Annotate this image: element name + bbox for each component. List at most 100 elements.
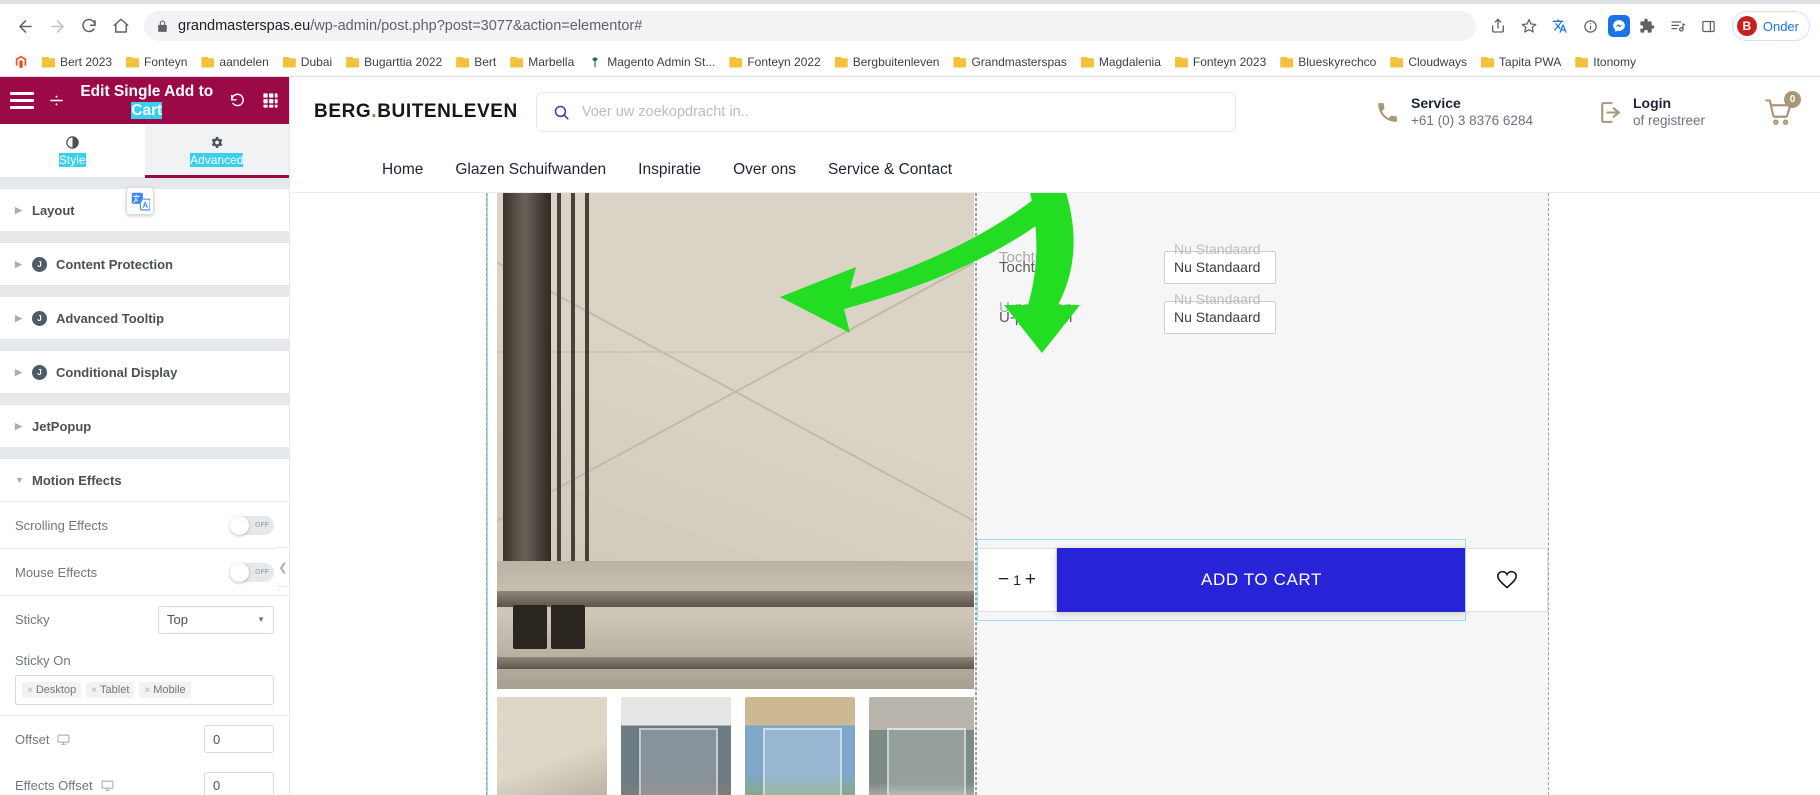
elements-icon[interactable] [48, 92, 65, 109]
remove-icon[interactable]: × [144, 685, 150, 696]
sticky-select[interactable]: Top ▼ [158, 605, 274, 634]
bookmark-magento-home[interactable] [8, 53, 34, 71]
google-translate-icon[interactable] [126, 187, 154, 215]
section-label: JetPopup [32, 418, 92, 434]
service-text-group: Service +61 (0) 3 8376 6284 [1411, 95, 1533, 129]
translate-icon[interactable] [1546, 12, 1574, 40]
section-label: Content Protection [56, 256, 173, 272]
nav-item-service-contact[interactable]: Service & Contact [828, 161, 952, 179]
reload-icon[interactable] [74, 11, 104, 41]
bookmark-item[interactable]: Bugarttia 2022 [340, 53, 448, 71]
folder-icon [729, 57, 742, 68]
desktop-icon[interactable] [101, 779, 114, 792]
forward-arrow-icon[interactable] [42, 11, 72, 41]
wishlist-button[interactable] [1466, 548, 1548, 612]
bookmark-item[interactable]: Bert 2023 [36, 53, 118, 71]
scrolling-effects-toggle[interactable]: OFF [230, 515, 274, 535]
section-motion-effects[interactable]: ▼ Motion Effects [0, 459, 289, 502]
tag-desktop[interactable]: × Desktop [22, 682, 82, 698]
back-arrow-icon[interactable] [10, 11, 40, 41]
bookmark-item[interactable]: Itonomy [1569, 53, 1642, 71]
nav-item-inspiratie[interactable]: Inspiratie [638, 161, 701, 179]
messenger-extension-icon[interactable] [1607, 15, 1630, 37]
home-icon[interactable] [106, 11, 136, 41]
folder-icon [201, 57, 214, 68]
remove-icon[interactable]: × [91, 685, 97, 696]
bookmark-item[interactable]: Marbella [504, 53, 580, 71]
effects-offset-input[interactable]: 0 [204, 771, 274, 795]
profile-chip[interactable]: B Onder [1731, 11, 1810, 41]
glass-overlay [638, 727, 718, 795]
url-text: grandmasterspas.eu/wp-admin/post.php?pos… [178, 18, 643, 34]
service-block[interactable]: Service +61 (0) 3 8376 6284 [1375, 95, 1533, 129]
folder-icon [1280, 57, 1293, 68]
bookmark-label: Grandmasterspas [971, 55, 1067, 69]
offset-input[interactable]: 0 [204, 725, 274, 753]
tag-label: Tablet [100, 684, 130, 696]
site-logo[interactable]: BERG.BUITENLEVEN [314, 101, 518, 123]
section-jetpopup[interactable]: ▶ JetPopup [0, 405, 289, 448]
cart-button[interactable]: 0 [1765, 90, 1801, 127]
bookmark-item[interactable]: Tapita PWA [1475, 53, 1567, 71]
nav-item-home[interactable]: Home [382, 161, 423, 179]
section-advanced-tooltip[interactable]: ▶ J Advanced Tooltip [0, 297, 289, 340]
panel-title-selection: Cart [131, 101, 163, 119]
desktop-icon[interactable] [57, 733, 70, 746]
account-text-group: Login of registreer [1633, 95, 1705, 129]
sticky-on-tags[interactable]: × Desktop × Tablet × Mobile [15, 675, 274, 705]
tab-style[interactable]: Style [0, 124, 145, 177]
product-main-image[interactable] [497, 193, 974, 689]
bookmark-item[interactable]: Fonteyn [120, 53, 193, 71]
control-label: Scrolling Effects [15, 517, 108, 533]
bookmark-item[interactable]: Fonteyn 2022 [723, 53, 826, 71]
bookmark-item[interactable]: Dubai [277, 53, 338, 71]
tab-advanced[interactable]: Advanced [144, 124, 289, 178]
bookmark-item[interactable]: Grandmasterspas [947, 53, 1072, 71]
toolbar-actions: B Onder [1484, 11, 1810, 41]
quantity-plus-button[interactable]: + [1025, 569, 1036, 591]
tag-tablet[interactable]: × Tablet [86, 682, 135, 698]
split-screen-icon[interactable] [1695, 12, 1723, 40]
thumbnail-carport-garden[interactable] [745, 697, 855, 795]
bookmark-item[interactable]: Fonteyn 2023 [1169, 53, 1272, 71]
panel-collapse-handle[interactable]: ❮ [277, 547, 289, 587]
address-bar[interactable]: grandmasterspas.eu/wp-admin/post.php?pos… [144, 11, 1476, 41]
mouse-effects-toggle[interactable]: OFF [230, 562, 274, 582]
thumbnail-veranda-evening[interactable] [621, 697, 731, 795]
tag-mobile[interactable]: × Mobile [139, 682, 191, 698]
bookmark-item[interactable]: Magento Admin St... [582, 53, 721, 71]
bookmark-item[interactable]: Bergbuitenleven [829, 53, 946, 71]
nav-item-glazen-schuifwanden[interactable]: Glazen Schuifwanden [455, 161, 606, 179]
extension-puzzle-icon[interactable] [1633, 12, 1661, 40]
add-to-cart-button[interactable]: ADD TO CART [1057, 548, 1466, 612]
site-nav: Home Glazen Schuifwanden Inspiratie Over… [290, 147, 1820, 192]
bookmark-item[interactable]: Cloudways [1384, 53, 1473, 71]
bookmark-star-icon[interactable] [1515, 12, 1543, 40]
jet-badge-icon: J [32, 364, 47, 380]
quantity-minus-button[interactable]: − [998, 569, 1009, 591]
remove-icon[interactable]: × [27, 685, 33, 696]
thumbnail-sliding-door[interactable] [497, 697, 607, 795]
folder-icon [1390, 57, 1403, 68]
nav-item-over-ons[interactable]: Over ons [733, 161, 796, 179]
search-input[interactable]: Voer uw zoekopdracht in.. [535, 92, 1236, 132]
bookmark-item[interactable]: aandelen [195, 53, 274, 71]
folder-icon [1575, 57, 1588, 68]
widgets-grid-icon[interactable] [262, 92, 279, 109]
option-input-tochtstrips[interactable]: Nu Standaard Nu Standaard [1164, 241, 1276, 284]
bookmark-item[interactable]: Magdalenia [1075, 53, 1167, 71]
bookmark-item[interactable]: Bert [450, 53, 502, 71]
section-content-protection[interactable]: ▶ J Content Protection [0, 243, 289, 286]
option-input-uprofielen[interactable]: Nu Standaard Nu Standaard [1164, 291, 1276, 334]
history-undo-icon[interactable] [229, 92, 246, 109]
thumbnail-glass-extension[interactable] [869, 697, 974, 795]
info-icon[interactable] [1577, 12, 1605, 40]
share-icon[interactable] [1484, 12, 1512, 40]
chevron-right-icon: ▶ [15, 366, 22, 377]
quantity-stepper[interactable]: − 1 + [977, 548, 1057, 612]
bookmark-item[interactable]: Blueskyrechco [1274, 53, 1382, 71]
account-block[interactable]: Login of registreer [1597, 95, 1705, 129]
section-conditional-display[interactable]: ▶ J Conditional Display [0, 351, 289, 394]
hamburger-icon[interactable] [10, 92, 34, 109]
reading-list-icon[interactable] [1664, 12, 1692, 40]
